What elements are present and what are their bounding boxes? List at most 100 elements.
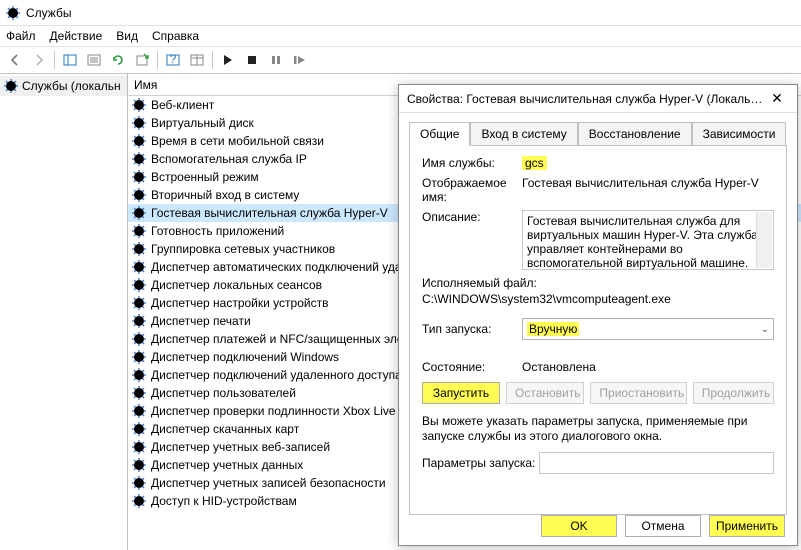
chevron-down-icon: ⌄ <box>761 324 769 335</box>
stop-icon <box>246 54 258 66</box>
toolbar-forward[interactable] <box>28 49 50 71</box>
gear-icon <box>132 332 146 346</box>
service-name: Диспетчер скачанных карт <box>151 422 299 436</box>
service-name: Диспетчер учетных записей безопасности <box>151 476 386 490</box>
menu-help[interactable]: Справка <box>152 29 199 43</box>
pause-icon <box>270 54 282 66</box>
service-name: Вспомогательная служба IP <box>151 152 307 166</box>
tab-recovery[interactable]: Восстановление <box>578 122 692 146</box>
arrow-right-icon <box>32 53 46 67</box>
gear-icon <box>132 476 146 490</box>
scrollbar[interactable] <box>756 212 772 268</box>
close-icon[interactable]: ✕ <box>765 90 789 107</box>
toolbar-refresh[interactable] <box>107 49 129 71</box>
label-params: Параметры запуска: <box>422 456 539 470</box>
service-name: Гостевая вычислительная служба Hyper-V <box>151 206 388 220</box>
toolbar-start[interactable] <box>217 49 239 71</box>
svg-text:?: ? <box>170 53 177 66</box>
app-icon <box>6 5 20 21</box>
dialog-tabs: Общие Вход в систему Восстановление Зави… <box>399 113 797 145</box>
help-icon: ? <box>166 53 180 67</box>
apply-button[interactable]: Применить <box>709 515 785 537</box>
start-button[interactable]: Запустить <box>422 382 500 404</box>
gear-icon <box>132 368 146 382</box>
service-name: Диспетчер проверки подлинности Xbox Live <box>151 404 396 418</box>
toolbar-restart[interactable] <box>289 49 311 71</box>
restart-icon <box>293 54 307 66</box>
startup-type-combo[interactable]: Вручную ⌄ <box>522 318 774 340</box>
gear-icon <box>132 296 146 310</box>
service-name: Диспетчер подключений удаленного доступа <box>151 368 402 382</box>
properties-dialog: Свойства: Гостевая вычислительная служба… <box>398 84 798 546</box>
gear-icon <box>132 134 146 148</box>
toolbar-pause[interactable] <box>265 49 287 71</box>
description-box[interactable]: Гостевая вычислительная служба для вирту… <box>522 210 774 270</box>
gear-icon <box>132 188 146 202</box>
menu-view[interactable]: Вид <box>116 29 138 43</box>
service-name: Диспетчер локальных сеансов <box>151 278 322 292</box>
gear-icon <box>132 494 146 508</box>
export-icon <box>135 53 149 67</box>
toolbar-stop[interactable] <box>241 49 263 71</box>
startup-type-value: Вручную <box>527 322 579 336</box>
pause-button: Приостановить <box>590 382 686 404</box>
params-input[interactable] <box>539 452 774 474</box>
service-name: Диспетчер учетных веб-записей <box>151 440 330 454</box>
dialog-title: Свойства: Гостевая вычислительная служба… <box>407 92 765 106</box>
tab-general[interactable]: Общие <box>409 122 470 146</box>
label-exe: Исполняемый файл: <box>422 276 774 290</box>
tab-dependencies[interactable]: Зависимости <box>692 122 787 146</box>
toolbar-export[interactable] <box>131 49 153 71</box>
menu-action[interactable]: Действие <box>50 29 103 43</box>
gear-icon <box>132 422 146 436</box>
ok-button[interactable]: OK <box>541 515 617 537</box>
toolbar: ? <box>0 46 801 74</box>
label-display-name: Отображаемое имя: <box>422 176 522 204</box>
gear-icon <box>132 386 146 400</box>
value-exe: C:\WINDOWS\system32\vmcomputeagent.exe <box>422 292 774 306</box>
toolbar-back[interactable] <box>4 49 26 71</box>
tab-logon[interactable]: Вход в систему <box>470 122 577 146</box>
gear-icon <box>132 350 146 364</box>
service-name: Доступ к HID-устройствам <box>151 494 297 508</box>
list-icon <box>87 53 101 67</box>
panel-icon <box>63 53 77 67</box>
label-startup: Тип запуска: <box>422 322 522 336</box>
service-name: Диспетчер пользователей <box>151 386 296 400</box>
label-description: Описание: <box>422 210 522 270</box>
gear-icon <box>132 242 146 256</box>
gear-icon <box>132 152 146 166</box>
gear-icon <box>132 170 146 184</box>
service-name: Виртуальный диск <box>151 116 254 130</box>
tab-general-body: Имя службы: gcs Отображаемое имя: Гостев… <box>409 145 787 515</box>
value-state: Остановлена <box>522 360 774 374</box>
label-state: Состояние: <box>422 360 522 374</box>
toolbar-show-hide[interactable] <box>59 49 81 71</box>
toolbar-help[interactable]: ? <box>162 49 184 71</box>
tree-root-services[interactable]: Службы (локальн <box>0 76 127 96</box>
toolbar-grid[interactable] <box>186 49 208 71</box>
cancel-button[interactable]: Отмена <box>625 515 701 537</box>
gear-icon <box>132 440 146 454</box>
grid-icon <box>190 53 204 67</box>
dialog-titlebar[interactable]: Свойства: Гостевая вычислительная служба… <box>399 85 797 113</box>
refresh-icon <box>111 53 125 67</box>
menubar: Файл Действие Вид Справка <box>0 26 801 46</box>
gear-icon <box>132 116 146 130</box>
service-name: Диспетчер учетных данных <box>151 458 303 472</box>
gear-icon <box>132 404 146 418</box>
stop-button: Остановить <box>506 382 584 404</box>
resume-button: Продолжить <box>693 382 774 404</box>
service-name: Диспетчер платежей и NFC/защищенных эле <box>151 332 404 346</box>
arrow-left-icon <box>8 53 22 67</box>
tree-pane: Службы (локальн <box>0 74 128 550</box>
gear-icon <box>132 278 146 292</box>
value-description: Гостевая вычислительная служба для вирту… <box>527 214 758 270</box>
service-name: Готовность приложений <box>151 224 284 238</box>
toolbar-properties[interactable] <box>83 49 105 71</box>
play-icon <box>222 54 234 66</box>
gear-icon <box>4 79 18 93</box>
menu-file[interactable]: Файл <box>6 29 36 43</box>
gear-icon <box>132 224 146 238</box>
service-name: Диспетчер подключений Windows <box>151 350 339 364</box>
